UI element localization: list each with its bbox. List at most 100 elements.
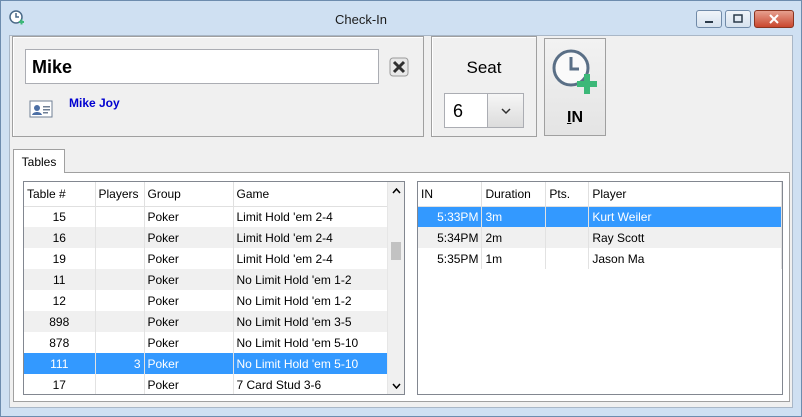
player-row[interactable]: 5:33PM 3m Kurt Weiler: [418, 206, 782, 227]
scroll-up-button[interactable]: [388, 182, 404, 199]
table-number-cell: 111: [24, 353, 96, 374]
member-name-link[interactable]: Mike Joy: [69, 96, 120, 110]
table-row[interactable]: 16 Poker Limit Hold 'em 2-4: [24, 227, 388, 248]
seat-panel: Seat 6: [431, 36, 537, 137]
players-count-cell: [95, 206, 145, 227]
table-row[interactable]: 19 Poker Limit Hold 'em 2-4: [24, 248, 388, 269]
group-cell: Poker: [144, 311, 234, 332]
column-header-group[interactable]: Group: [144, 182, 234, 207]
check-in-button[interactable]: IN: [544, 38, 606, 136]
seat-select[interactable]: 6: [444, 93, 524, 128]
table-row[interactable]: 898 Poker No Limit Hold 'em 3-5: [24, 311, 388, 332]
scroll-thumb[interactable]: [391, 242, 401, 260]
players-count-cell: [95, 374, 145, 394]
table-row[interactable]: 878 Poker No Limit Hold 'em 5-10: [24, 332, 388, 353]
seat-dropdown-button[interactable]: [487, 94, 523, 127]
points-cell: [545, 248, 590, 269]
clear-name-button[interactable]: [387, 55, 411, 79]
player-row[interactable]: 5:34PM 2m Ray Scott: [418, 227, 782, 248]
player-name-cell: Ray Scott: [588, 227, 782, 248]
players-count-cell: [95, 248, 145, 269]
clock-plus-icon: [552, 49, 597, 94]
players-count-cell: [95, 290, 145, 311]
column-header-table[interactable]: Table #: [24, 182, 96, 207]
game-cell: Limit Hold 'em 2-4: [233, 227, 388, 248]
players-count-cell: [95, 269, 145, 290]
tables-table: Table # Players Group Game 15 Poker Limit …: [24, 182, 388, 394]
check-in-time-cell: 5:35PM: [418, 248, 483, 269]
table-row[interactable]: 12 Poker No Limit Hold 'em 1-2: [24, 290, 388, 311]
close-icon: [769, 14, 779, 24]
tables-tab-panel: Table # Players Group Game 15 Poker Limit …: [13, 172, 790, 402]
table-row[interactable]: 17 Poker 7 Card Stud 3-6: [24, 374, 388, 394]
maximize-button[interactable]: [725, 10, 751, 28]
game-cell: No Limit Hold 'em 1-2: [233, 269, 388, 290]
group-cell: Poker: [144, 269, 234, 290]
seat-value: 6: [453, 101, 464, 121]
check-in-time-cell: 5:33PM: [418, 206, 483, 227]
player-name-cell: Jason Ma: [588, 248, 782, 269]
member-card-icon: [29, 100, 53, 118]
checkin-window: Check-In Mike Mike Joy Seat 6 IN Tables …: [0, 0, 802, 417]
minimize-icon: [705, 21, 713, 23]
check-in-label: IN: [566, 109, 583, 126]
chevron-up-icon: [391, 187, 401, 193]
players-count-cell: [95, 332, 145, 353]
players-count-cell: [95, 227, 145, 248]
players-count-cell: [95, 311, 145, 332]
group-cell: Poker: [144, 227, 234, 248]
game-cell: No Limit Hold 'em 3-5: [233, 311, 388, 332]
table-row[interactable]: 11 Poker No Limit Hold 'em 1-2: [24, 269, 388, 290]
group-cell: Poker: [144, 290, 234, 311]
duration-cell: 1m: [481, 248, 547, 269]
check-in-time-cell: 5:34PM: [418, 227, 483, 248]
chevron-down-icon: [500, 107, 511, 114]
player-name-input[interactable]: Mike: [25, 49, 379, 84]
minimize-button[interactable]: [696, 10, 722, 28]
group-cell: Poker: [144, 248, 234, 269]
scroll-down-button[interactable]: [388, 377, 404, 394]
window-title: Check-In: [334, 12, 388, 27]
close-button[interactable]: [754, 10, 794, 28]
players-table: IN Duration Pts. Player 5:33PM 3m Kurt Wei…: [418, 182, 782, 269]
players-grid: IN Duration Pts. Player 5:33PM 3m Kurt Wei…: [417, 181, 783, 395]
game-cell: 7 Card Stud 3-6: [233, 374, 388, 394]
game-cell: Limit Hold 'em 2-4: [233, 248, 388, 269]
chevron-down-icon: [391, 383, 401, 389]
duration-cell: 3m: [481, 206, 547, 227]
game-cell: No Limit Hold 'em 5-10: [233, 353, 388, 374]
game-cell: Limit Hold 'em 2-4: [233, 206, 388, 227]
client-area: Mike Mike Joy Seat 6 IN Tables Table # P…: [9, 35, 793, 408]
table-number-cell: 898: [24, 311, 96, 332]
tables-scrollbar[interactable]: [387, 182, 404, 394]
table-row[interactable]: 15 Poker Limit Hold 'em 2-4: [24, 206, 388, 227]
tab-tables[interactable]: Tables: [13, 149, 65, 173]
game-cell: No Limit Hold 'em 1-2: [233, 290, 388, 311]
table-number-cell: 19: [24, 248, 96, 269]
maximize-icon: [733, 14, 743, 23]
table-number-cell: 16: [24, 227, 96, 248]
table-row[interactable]: 111 3 Poker No Limit Hold 'em 5-10: [24, 353, 388, 374]
group-cell: Poker: [144, 374, 234, 394]
column-header-pts[interactable]: Pts.: [545, 182, 590, 207]
players-count-cell: 3: [95, 353, 145, 374]
table-number-cell: 15: [24, 206, 96, 227]
title-bar: Check-In: [1, 1, 801, 35]
table-number-cell: 17: [24, 374, 96, 394]
table-number-cell: 11: [24, 269, 96, 290]
group-cell: Poker: [144, 332, 234, 353]
column-header-duration[interactable]: Duration: [481, 182, 547, 207]
table-number-cell: 12: [24, 290, 96, 311]
column-header-players[interactable]: Players: [95, 182, 145, 207]
table-number-cell: 878: [24, 332, 96, 353]
column-header-game[interactable]: Game: [233, 182, 388, 207]
duration-cell: 2m: [481, 227, 547, 248]
player-row[interactable]: 5:35PM 1m Jason Ma: [418, 248, 782, 269]
column-header-in[interactable]: IN: [418, 182, 483, 207]
clear-x-icon: [389, 57, 409, 77]
seat-label: Seat: [466, 58, 502, 77]
column-header-player[interactable]: Player: [588, 182, 782, 207]
points-cell: [545, 227, 590, 248]
player-panel: Mike Mike Joy: [12, 36, 424, 137]
player-name-cell: Kurt Weiler: [588, 206, 782, 227]
